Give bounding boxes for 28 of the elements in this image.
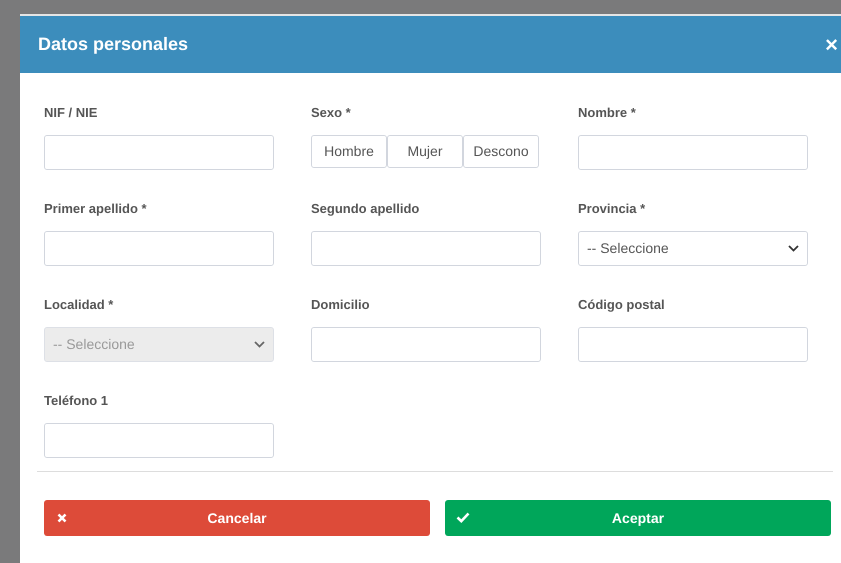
input-field[interactable] xyxy=(578,135,808,170)
input-field[interactable] xyxy=(311,327,541,362)
input-field[interactable] xyxy=(44,423,274,458)
toggle-option[interactable]: Descono xyxy=(463,135,539,168)
field-label: Nombre * xyxy=(578,105,637,121)
input-field[interactable] xyxy=(311,231,541,266)
chevron-down-icon xyxy=(254,341,265,348)
dialog-title: Datos personales xyxy=(38,33,188,56)
input-field[interactable] xyxy=(578,327,808,362)
close-button[interactable]: × xyxy=(825,34,838,56)
toggle-option[interactable]: Hombre xyxy=(311,135,387,168)
field-label: Provincia * xyxy=(578,201,646,217)
input-field[interactable] xyxy=(44,231,274,266)
field-label: Teléfono 1 xyxy=(44,393,110,409)
field-label: NIF / NIE xyxy=(44,105,98,121)
cancel-button[interactable]: Cancelar xyxy=(44,500,430,536)
field-label: Domicilio xyxy=(311,297,371,313)
input-field[interactable] xyxy=(44,135,274,170)
field-label: Localidad * xyxy=(44,297,114,313)
select-field[interactable]: -- Seleccione xyxy=(578,231,808,266)
field-label: Código postal xyxy=(578,297,666,313)
field-label: Primer apellido * xyxy=(44,201,148,217)
field-label: Sexo * xyxy=(311,105,352,121)
chevron-down-icon xyxy=(788,245,799,252)
toggle-option[interactable]: Mujer xyxy=(387,135,463,168)
close-icon xyxy=(57,513,67,523)
check-icon xyxy=(456,512,470,523)
field-label: Segundo apellido xyxy=(311,201,420,217)
